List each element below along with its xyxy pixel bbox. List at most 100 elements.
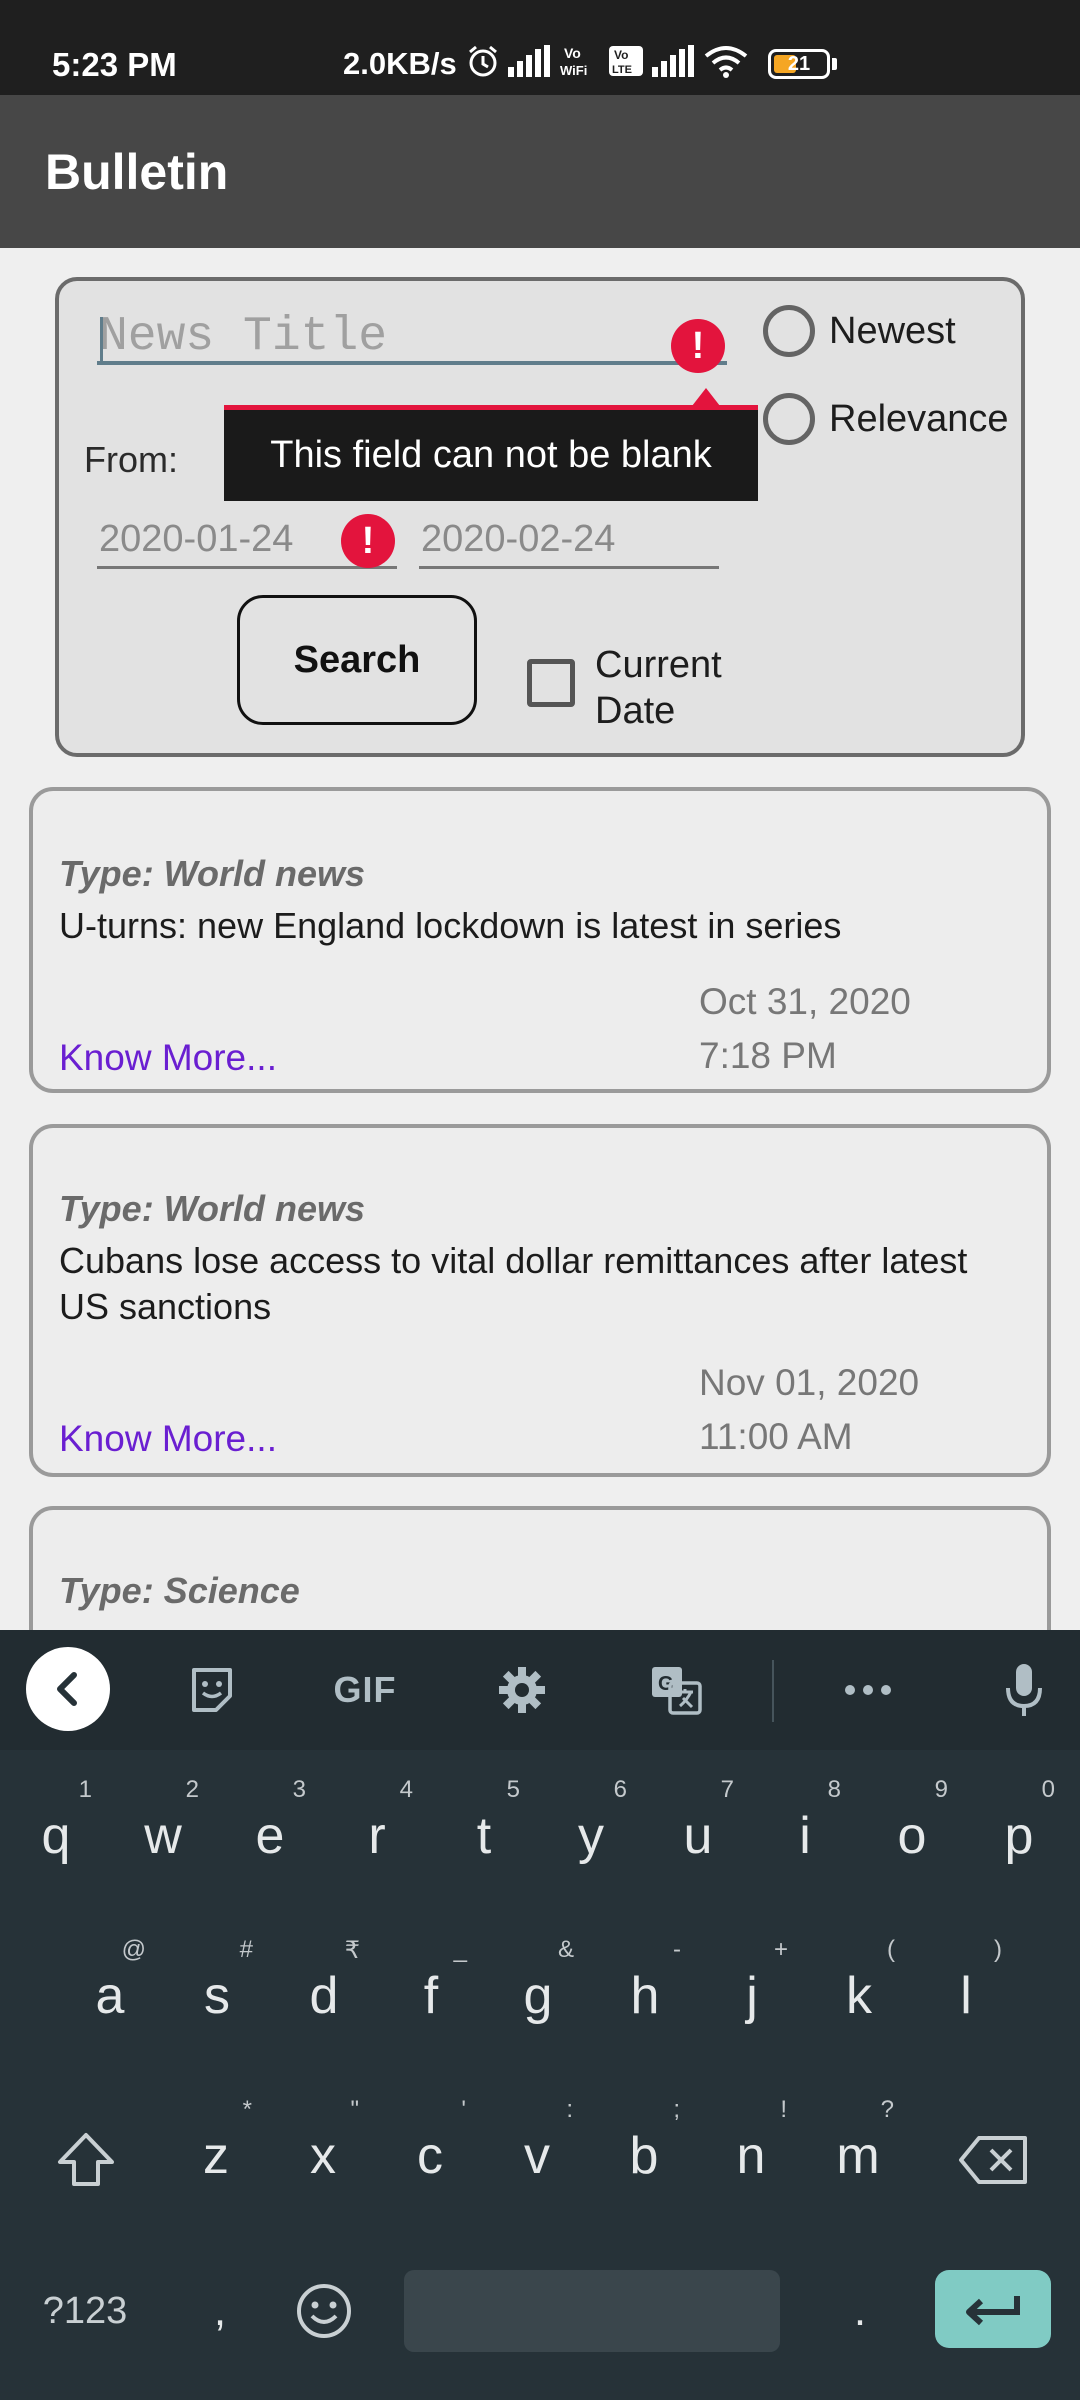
error-tooltip: This field can not be blank (224, 405, 758, 501)
key-d[interactable]: ₹ d (274, 1920, 374, 2070)
comma-key[interactable]: , (180, 2272, 260, 2350)
svg-text:Vo: Vo (614, 48, 628, 62)
key-q[interactable]: 1q (6, 1760, 106, 1910)
key-hint: * (242, 2096, 252, 2123)
key-label: b (629, 2127, 659, 2185)
news-title: Cubans lose access to vital dollar remit… (59, 1240, 968, 1327)
key-p[interactable]: 0p (969, 1760, 1069, 1910)
signal-icon-2 (652, 45, 694, 77)
key-hint: 2 (185, 1776, 199, 1803)
key-i[interactable]: 8i (755, 1760, 855, 1910)
period-key[interactable]: . (820, 2272, 900, 2350)
news-title-input[interactable] (97, 313, 727, 365)
signal-icon (508, 45, 550, 77)
sticker-icon (192, 1668, 232, 1712)
radio-newest[interactable]: Newest (763, 305, 956, 357)
collapse-toolbar-button[interactable] (26, 1647, 110, 1731)
key-hint: & (557, 1936, 574, 1963)
know-more-link[interactable]: Know More... (59, 1037, 277, 1079)
alarm-icon (469, 45, 497, 77)
radio-newest-label: Newest (829, 309, 956, 352)
key-hint: : (566, 2096, 573, 2123)
key-label: o (897, 1807, 927, 1865)
news-card[interactable]: Type: World news Cubans lose access to v… (29, 1124, 1051, 1477)
key-label: q (41, 1807, 71, 1865)
text-cursor (100, 317, 103, 365)
vowifi-icon: Vo WiFi (560, 45, 587, 78)
backspace-key[interactable] (948, 2112, 1040, 2208)
key-c[interactable]: ' c (380, 2080, 480, 2230)
key-m[interactable]: ? m (808, 2080, 908, 2230)
key-hint: @ (121, 1936, 146, 1963)
news-date-time: 11:00 AM (699, 1416, 853, 1457)
wifi-icon (704, 46, 748, 78)
news-date: Oct 31, 2020 7:18 PM (699, 975, 911, 1083)
status-time: 5:23 PM (52, 46, 177, 83)
key-a[interactable]: @ a (60, 1920, 160, 2070)
key-x[interactable]: " x (273, 2080, 373, 2230)
radio-circle (763, 305, 815, 357)
error-icon[interactable]: ! (341, 514, 395, 568)
news-card[interactable]: Type: World news U-turns: new England lo… (29, 787, 1051, 1093)
key-r[interactable]: 4r (327, 1760, 427, 1910)
key-o[interactable]: 9o (862, 1760, 962, 1910)
emoji-key[interactable] (284, 2270, 364, 2352)
spacebar[interactable] (404, 2270, 780, 2352)
key-j[interactable]: + j (702, 1920, 802, 2070)
to-date-field[interactable] (419, 513, 719, 569)
key-l[interactable]: ) l (916, 1920, 1016, 2070)
current-date-checkbox[interactable] (527, 659, 575, 707)
enter-icon (966, 2296, 1020, 2326)
key-w[interactable]: 2w (113, 1760, 213, 1910)
more-options-button[interactable] (832, 1654, 904, 1726)
key-label: e (255, 1807, 285, 1865)
key-label: l (960, 1967, 972, 2025)
news-type: Type: World news (59, 853, 366, 894)
key-f[interactable]: _ f (381, 1920, 481, 2070)
gear-icon (499, 1667, 545, 1713)
key-n[interactable]: ! n (701, 2080, 801, 2230)
search-panel: ! Newest Relevance From: ! Search Curren… (55, 277, 1025, 757)
key-y[interactable]: 6y (541, 1760, 641, 1910)
search-button[interactable]: Search (237, 595, 477, 725)
key-t[interactable]: 5t (434, 1760, 534, 1910)
error-icon[interactable]: ! (671, 319, 725, 373)
shift-key[interactable] (40, 2112, 132, 2208)
translate-button[interactable]: G (640, 1654, 712, 1726)
voice-input-button[interactable] (988, 1654, 1060, 1726)
backspace-icon (959, 2136, 1027, 2184)
key-h[interactable]: -h (595, 1920, 695, 2070)
gif-button[interactable]: GIF (322, 1654, 408, 1726)
key-hint: 9 (934, 1776, 948, 1803)
key-label: y (578, 1807, 604, 1865)
key-e[interactable]: 3e (220, 1760, 320, 1910)
key-z[interactable]: * z (166, 2080, 266, 2230)
key-label: k (846, 1967, 872, 2025)
key-g[interactable]: & g (488, 1920, 588, 2070)
key-u[interactable]: 7u (648, 1760, 748, 1910)
status-bar: 5:23 PM 2.0KB/s Vo WiFi Vo LTE 21 (0, 0, 1080, 95)
key-k[interactable]: (k (809, 1920, 909, 2070)
news-date-day: Oct 31, 2020 (699, 981, 911, 1022)
status-icons: Vo WiFi Vo LTE (466, 44, 748, 78)
settings-button[interactable] (486, 1654, 558, 1726)
key-b[interactable]: ; b (594, 2080, 694, 2230)
news-type: Type: Science (59, 1570, 300, 1611)
key-label: v (524, 2127, 550, 2185)
toolbar-divider (772, 1660, 774, 1722)
key-s[interactable]: # s (167, 1920, 267, 2070)
key-label: u (683, 1807, 713, 1865)
enter-key[interactable] (935, 2270, 1051, 2348)
app-bar: Bulletin (0, 95, 1080, 248)
key-label: f (423, 1967, 439, 2025)
symbols-key[interactable]: ?123 (20, 2272, 150, 2350)
radio-relevance-label: Relevance (829, 397, 1009, 440)
sticker-button[interactable] (176, 1654, 248, 1726)
news-title: U-turns: new England lockdown is latest … (59, 905, 842, 946)
key-label: p (1004, 1807, 1034, 1865)
key-label: h (630, 1967, 660, 2025)
know-more-link[interactable]: Know More... (59, 1418, 277, 1460)
key-v[interactable]: :v (487, 2080, 587, 2230)
radio-relevance[interactable]: Relevance (763, 393, 1009, 445)
key-hint: ? (880, 2096, 894, 2123)
